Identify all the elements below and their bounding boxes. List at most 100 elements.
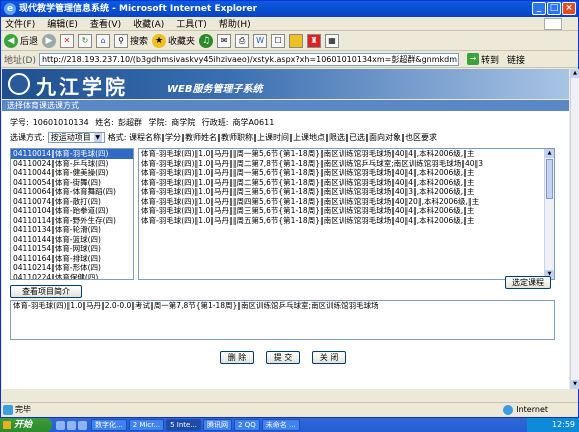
search-button[interactable]: ⚲ 搜索 [114,33,149,48]
page-scroll-down-icon[interactable]: ▼ [571,380,579,389]
taskbar-task[interactable]: 未命名 ... [261,419,300,431]
window-title: 现代教学管理信息系统 - Microsoft Internet Explorer [19,4,258,14]
taskbar-task[interactable]: 数字化... [91,419,127,431]
print-button[interactable]: ⎙ [235,33,250,48]
course-option[interactable]: 04110164‖体育-排球(四) [11,254,133,264]
course-option[interactable]: 04110024‖体育-乒乓球(四) [11,159,133,169]
menu-file[interactable]: 文件(F) [5,17,35,30]
extra-button[interactable]: ▦ [325,33,340,48]
menu-tools[interactable]: 工具(T) [176,17,207,30]
page-scrollbar[interactable]: ▲ ▼ [570,69,579,389]
course-option[interactable]: 04110014‖体育-羽毛球(四) [11,149,133,159]
course-option[interactable]: 04110214‖体育-形体(四) [11,263,133,273]
selected-course-item[interactable]: 体育-羽毛球(四)‖1.0‖马丹‖2.0-0.0‖考试‖周一第7,8节{第1-1… [11,301,554,311]
schedule-option[interactable]: 体育-羽毛球(四)‖1.0‖马丹‖‖周三第5,6节{第1-18周}‖南区训练馆羽… [139,187,544,197]
course-option[interactable]: 04110074‖体育-散打(四) [11,197,133,207]
menu-edit[interactable]: 编辑(E) [47,17,78,30]
select-course-button[interactable]: 选定课程 [505,276,551,289]
zone-label: Internet [516,405,548,414]
search-label: 搜索 [130,37,149,47]
page-scroll-up-icon[interactable]: ▲ [571,69,579,78]
method-select[interactable]: 按运动项目 ▼ [47,132,105,143]
back-button[interactable]: ◀ 后退 [4,33,39,48]
quick-launch-desktop-icon[interactable] [67,420,76,430]
browser-window: e 现代教学管理信息系统 - Microsoft Internet Explor… [0,0,579,418]
menu-help[interactable]: 帮助(H) [219,17,251,30]
task-buttons: 数字化... 2 Micr... 5 Inte... 腾讯网 2 QQ 未命名 ... [91,419,302,431]
windows-flag-icon [3,421,11,429]
mail-button[interactable]: ✉ [217,33,232,48]
format-hint: 格式: 课程名称‖学分‖教师姓名‖教师职称‖上课时间‖上课地点‖限选‖已选‖面向… [107,133,437,142]
refresh-button[interactable]: ↻ [78,33,93,48]
course-option[interactable]: 04110064‖体育-体育舞蹈(四) [11,187,133,197]
class-label: 行政班: [201,118,229,127]
quick-launch-ie-icon[interactable] [56,420,65,430]
schedule-option[interactable]: 体育-羽毛球(四)‖1.0‖马丹‖‖周五第5,6节{第1-18周}‖南区训练馆羽… [139,216,544,226]
course-option[interactable]: 04110144‖体育-篮球(四) [11,235,133,245]
course-option[interactable]: 04110134‖体育-轮滑(四) [11,225,133,235]
stop-button[interactable]: ✕ [60,33,75,48]
selected-courses-listbox[interactable]: 体育-羽毛球(四)‖1.0‖马丹‖2.0-0.0‖考试‖周一第7,8节{第1-1… [10,300,555,340]
student-class: 商学A0611 [232,118,275,127]
links-button[interactable]: 链接 [507,53,525,66]
discuss-button[interactable]: ☐ [271,33,286,48]
globe-icon [503,405,514,415]
scroll-thumb[interactable] [546,159,553,199]
taskbar: 开始 数字化... 2 Micr... 5 Inte... 腾讯网 2 QQ 未命名 ..… [0,418,579,432]
course-option[interactable]: 04110044‖体育-健美操(四) [11,168,133,178]
schedule-listbox[interactable]: 体育-羽毛球(四)‖1.0‖马丹‖‖周一第5,6节{第1-18周}‖南区训练馆羽… [138,148,555,280]
favorites-label: 收藏夹 [168,37,196,47]
taskbar-task[interactable]: 2 QQ [234,419,260,431]
status-bar: 完毕 Internet [1,402,578,417]
site-banner: 九江学院 WEB服务管理子系统 [2,69,569,99]
schedule-option[interactable]: 体育-羽毛球(四)‖1.0‖马丹‖‖周一第5,6节{第1-18周}‖南区训练馆羽… [139,168,544,178]
minimize-button[interactable]: _ [532,2,546,15]
course-option[interactable]: 04110154‖体育-网球(四) [11,244,133,254]
schedule-scrollbar[interactable]: ▲ ▼ [544,149,554,279]
forward-button[interactable]: ▶ [42,33,57,48]
menu-favorites[interactable]: 收藏(A) [133,17,164,30]
student-name-label: 姓名: [95,118,114,127]
start-label: 开始 [14,420,33,430]
taskbar-task[interactable]: 5 Inte... [166,419,202,431]
schedule-option[interactable]: 体育-羽毛球(四)‖1.0‖马丹‖‖周四第5,6节{第1-18周}‖南区训练馆羽… [139,197,544,207]
taskbar-task[interactable]: 2 Micr... [128,419,165,431]
submit-button[interactable]: 提 交 [266,351,300,364]
go-button[interactable]: → 转到 [466,53,499,66]
quick-launch-media-icon[interactable] [78,420,87,430]
messenger-button[interactable] [289,33,304,48]
course-listbox[interactable]: 04110014‖体育-羽毛球(四) 04110024‖体育-乒乓球(四) 0411… [10,148,134,280]
schedule-option[interactable]: 体育-羽毛球(四)‖1.0‖马丹‖‖周二第7,8节{第1-18周}‖南区训练馆乒… [139,159,544,169]
course-option[interactable]: 04110224‖体育保健(四) [11,273,133,280]
word-icon: W [253,33,268,48]
course-option[interactable]: 04110054‖体育-街舞(四) [11,178,133,188]
forward-arrow-icon: ▶ [42,33,57,48]
delete-button[interactable]: 删 除 [220,351,254,364]
schedule-option[interactable]: 体育-羽毛球(四)‖1.0‖马丹‖‖周一第5,6节{第1-18周}‖南区训练馆羽… [139,149,544,159]
address-input[interactable]: http://218.193.237.10/(b3gdhmsivaskvy45i… [38,52,459,66]
student-info: 学号: 10601010134 姓名: 彭超群 学院: 商学院 行政班: 商学A0611 [10,117,278,128]
close-button[interactable]: 关 闭 [312,351,346,364]
taskbar-task[interactable]: 腾讯网 [203,419,233,431]
edit-button[interactable]: W [253,33,268,48]
favorites-button[interactable]: ★ 收藏夹 [152,33,196,48]
plugin-button[interactable]: ♜ [307,33,322,48]
schedule-option[interactable]: 体育-羽毛球(四)‖1.0‖马丹‖‖周二第5,6节{第1-18周}‖南区训练馆羽… [139,178,544,188]
close-window-button[interactable]: × [562,2,576,15]
schedule-option[interactable]: 体育-羽毛球(四)‖1.0‖马丹‖‖周三第5,6节{第1-18周}‖南区训练馆羽… [139,206,544,216]
view-intro-button[interactable]: 查看项目简介 [10,285,82,298]
maximize-button[interactable]: □ [547,2,561,15]
section-title: 选择体育课选课方式 [2,100,569,111]
menu-view[interactable]: 查看(V) [90,17,121,30]
media-button[interactable]: ♫ [199,33,214,48]
start-button[interactable]: 开始 [0,418,52,432]
quick-launch [56,420,87,430]
toolbar: ◀ 后退 ▶ ✕ ↻ ⌂ ⚲ 搜索 ★ 收藏夹 ♫ ✉ ⎙ W ☐ ♜ ▦ [1,31,578,51]
back-label: 后退 [20,37,39,47]
scroll-up-icon[interactable]: ▲ [545,149,554,158]
course-option[interactable]: 04110104‖体育-跆拳道(四) [11,206,133,216]
course-option[interactable]: 04110114‖体育-野外生存(四) [11,216,133,226]
home-button[interactable]: ⌂ [96,33,111,48]
print-icon: ⎙ [235,33,250,48]
college-logo-icon [8,73,30,95]
